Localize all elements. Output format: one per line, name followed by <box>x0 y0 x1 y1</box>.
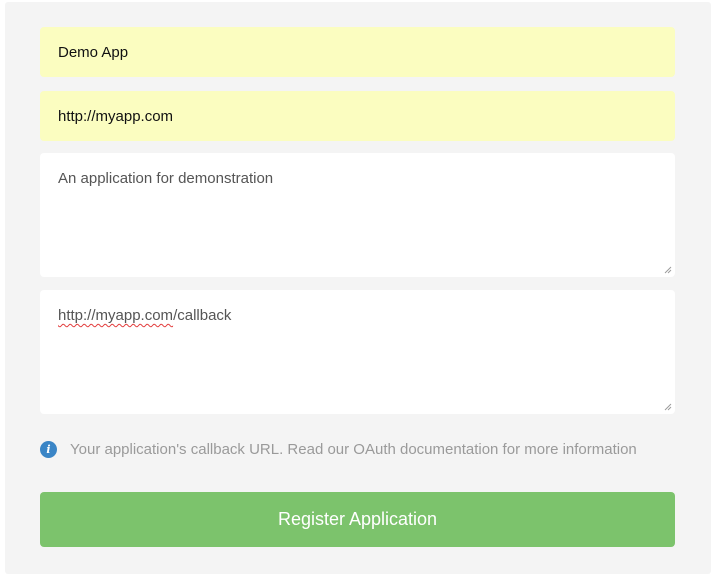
callback-hint: i Your application's callback URL. Read … <box>40 438 637 460</box>
homepage-url-input[interactable] <box>40 91 675 141</box>
registration-form-panel: An application for demonstration http://… <box>5 2 711 574</box>
resize-handle-icon[interactable] <box>664 403 672 411</box>
callback-url-misspelled-text: http://myapp.com <box>58 307 174 324</box>
callback-hint-text: Your application's callback URL. Read ou… <box>70 440 637 458</box>
description-text: An application for demonstration <box>58 170 274 187</box>
app-name-input[interactable] <box>40 27 675 77</box>
info-icon: i <box>40 440 57 458</box>
resize-handle-icon[interactable] <box>664 266 672 274</box>
callback-url-textarea[interactable]: http://myapp.com/callback <box>40 290 675 414</box>
callback-url-path-text: /callback <box>173 307 232 324</box>
description-textarea[interactable]: An application for demonstration <box>40 153 675 277</box>
register-application-button[interactable]: Register Application <box>40 492 675 547</box>
